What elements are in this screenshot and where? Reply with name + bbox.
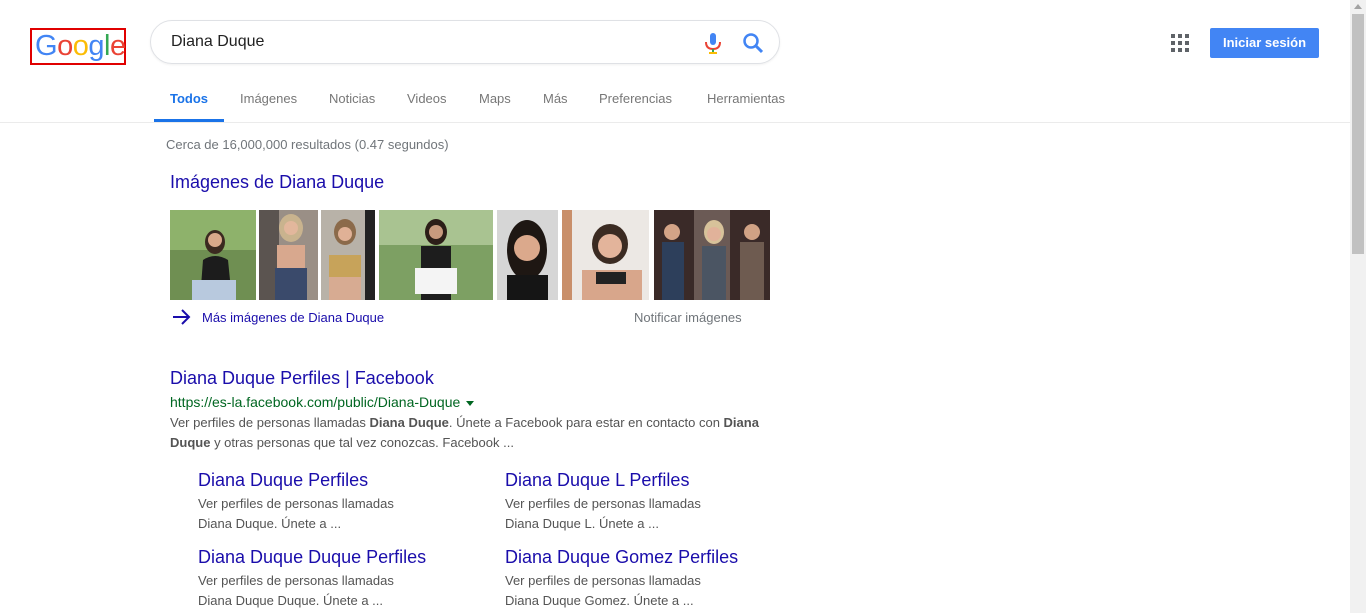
search-box[interactable] — [150, 20, 780, 64]
image-thumbnail[interactable] — [379, 210, 493, 300]
sitelink: Diana Duque Duque Perfiles Ver perfiles … — [198, 547, 478, 611]
result-title[interactable]: Diana Duque Perfiles | Facebook — [170, 368, 434, 389]
tab-maps[interactable]: Maps — [479, 80, 511, 122]
sitelink-snippet: Ver perfiles de personas llamadas Diana D… — [198, 573, 394, 608]
tab-herramientas[interactable]: Herramientas — [707, 80, 785, 122]
images-heading[interactable]: Imágenes de Diana Duque — [170, 172, 384, 193]
google-logo[interactable]: Google — [35, 31, 126, 62]
sitelink-title[interactable]: Diana Duque Gomez Perfiles — [505, 547, 785, 568]
logo-letter: e — [109, 30, 126, 62]
image-thumbnail[interactable] — [497, 210, 558, 300]
search-icon[interactable] — [742, 32, 764, 54]
sitelink-snippet: Ver perfiles de personas llamadas Diana D… — [505, 573, 701, 608]
signin-button[interactable]: Iniciar sesión — [1210, 28, 1319, 58]
snippet-highlight: Diana Duque — [369, 415, 449, 430]
sitelink: Diana Duque Perfiles Ver perfiles de per… — [198, 470, 478, 534]
scroll-up-arrow-icon[interactable] — [1354, 4, 1362, 9]
scrollbar-thumb[interactable] — [1352, 14, 1364, 254]
microphone-icon[interactable] — [703, 32, 723, 54]
tab-imagenes[interactable]: Imágenes — [240, 80, 297, 122]
logo-letter: o — [57, 30, 73, 62]
caret-down-icon[interactable] — [466, 400, 475, 406]
tab-noticias[interactable]: Noticias — [329, 80, 375, 122]
sitelink-title[interactable]: Diana Duque L Perfiles — [505, 470, 785, 491]
snippet-text: . Únete a Facebook para estar en contact… — [448, 415, 724, 430]
snippet-text: y otras personas que tal vez conozcas. F… — [210, 435, 514, 450]
logo-letter: o — [72, 30, 89, 62]
sitelink-snippet: Ver perfiles de personas llamadas Diana D… — [505, 496, 701, 531]
google-logo-highlight[interactable]: Google — [30, 28, 126, 65]
image-thumbnail[interactable] — [562, 210, 649, 300]
apps-grid-icon[interactable] — [1171, 34, 1189, 52]
image-thumbnail[interactable] — [259, 210, 318, 300]
more-images-label[interactable]: Más imágenes de Diana Duque — [202, 310, 384, 325]
result-stats: Cerca de 16,000,000 resultados (0.47 seg… — [166, 137, 449, 152]
sitelink-snippet: Ver perfiles de personas llamadas Diana D… — [198, 496, 394, 531]
arrow-right-icon — [173, 309, 191, 325]
sitelink: Diana Duque L Perfiles Ver perfiles de p… — [505, 470, 785, 534]
sitelink-title[interactable]: Diana Duque Perfiles — [198, 470, 478, 491]
image-thumbnail[interactable] — [170, 210, 256, 300]
tab-mas[interactable]: Más — [543, 80, 568, 122]
logo-letter: g — [88, 30, 104, 62]
result-url[interactable]: https://es-la.facebook.com/public/Diana-… — [170, 394, 475, 410]
result-url-text[interactable]: https://es-la.facebook.com/public/Diana-… — [170, 394, 460, 410]
image-thumbnail[interactable] — [321, 210, 375, 300]
search-input[interactable] — [171, 21, 691, 63]
image-thumbnail[interactable] — [654, 210, 770, 300]
header-divider — [0, 122, 1350, 123]
tab-videos[interactable]: Videos — [407, 80, 447, 122]
result-snippet: Ver perfiles de personas llamadas Diana … — [170, 413, 770, 453]
sitelink-title[interactable]: Diana Duque Duque Perfiles — [198, 547, 478, 568]
sitelink: Diana Duque Gomez Perfiles Ver perfiles … — [505, 547, 785, 611]
tab-todos[interactable]: Todos — [154, 80, 225, 122]
tab-preferencias[interactable]: Preferencias — [599, 80, 672, 122]
report-images-link[interactable]: Notificar imágenes — [634, 310, 742, 325]
snippet-text: Ver perfiles de personas llamadas — [170, 415, 370, 430]
logo-letter: G — [35, 30, 58, 62]
